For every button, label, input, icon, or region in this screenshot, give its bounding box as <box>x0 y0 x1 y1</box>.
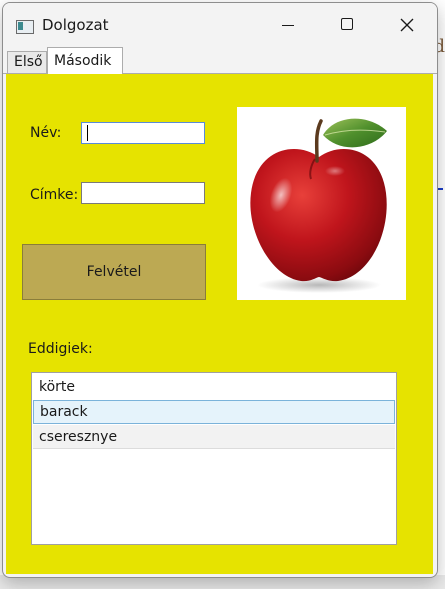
tag-input[interactable] <box>81 182 205 204</box>
apple-icon <box>250 118 387 293</box>
name-input[interactable] <box>81 122 205 144</box>
app-window: Dolgozat Első Második Név: Címke: Felvét… <box>2 2 438 578</box>
close-button[interactable] <box>377 3 437 47</box>
submit-button[interactable]: Felvétel <box>22 244 206 300</box>
list-item[interactable]: barack <box>33 400 395 424</box>
app-window-icon <box>16 20 34 34</box>
tab-elso[interactable]: Első <box>7 51 47 73</box>
history-listbox[interactable]: körte barack cseresznye <box>31 372 397 545</box>
maximize-button[interactable] <box>317 3 377 47</box>
minimize-button[interactable] <box>257 3 317 47</box>
close-icon <box>400 18 414 32</box>
title-bar[interactable]: Dolgozat <box>3 3 437 47</box>
apple-image <box>237 107 406 300</box>
list-item[interactable]: körte <box>33 375 395 399</box>
tab-masodik[interactable]: Második <box>47 47 123 74</box>
history-label: Eddigiek: <box>28 341 93 357</box>
list-item[interactable]: cseresznye <box>33 425 395 449</box>
name-label: Név: <box>30 125 62 141</box>
text-caret <box>87 125 88 141</box>
tab-content-panel: Név: Címke: Felvétel Eddigiek: körte bar… <box>6 74 433 574</box>
window-title: Dolgozat <box>42 16 109 34</box>
tag-label: Címke: <box>30 187 79 203</box>
tab-bar: Első Második <box>3 47 437 74</box>
